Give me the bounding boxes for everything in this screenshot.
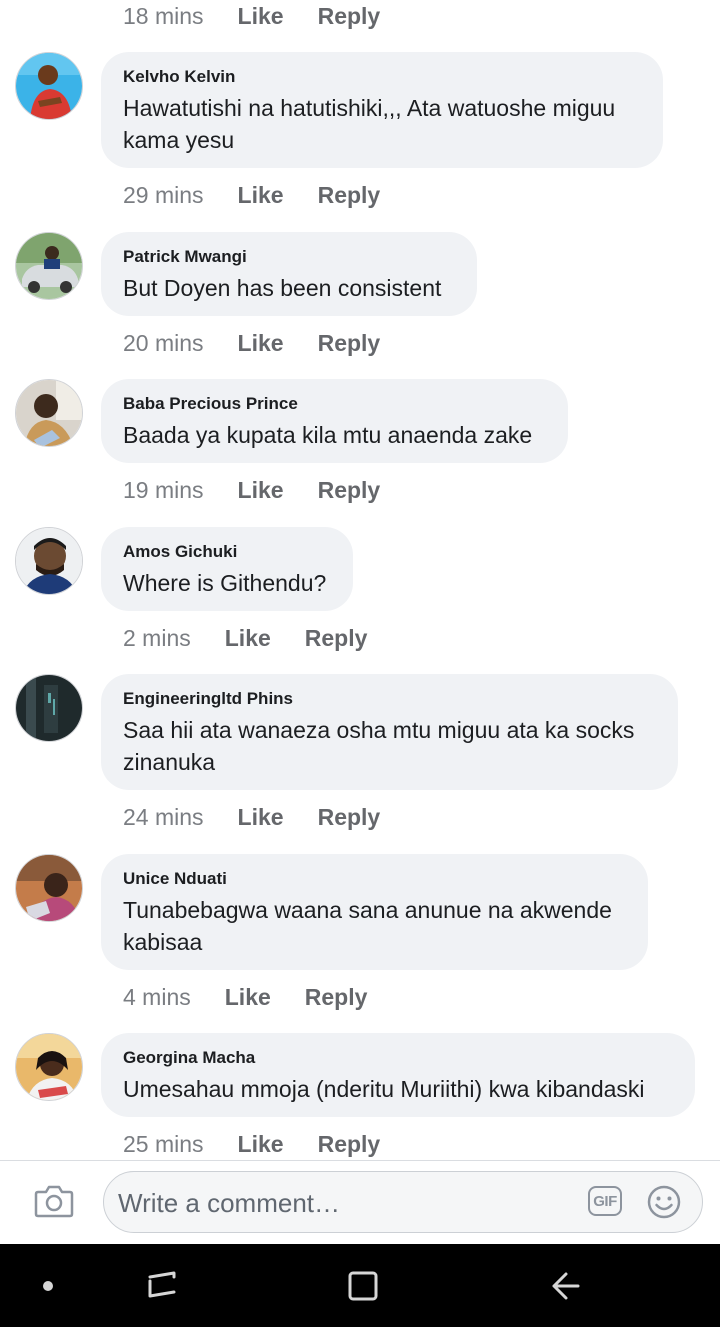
reply-button[interactable]: Reply — [318, 182, 381, 209]
comment-text: Umesahau mmoja (nderitu Muriithi) kwa ki… — [123, 1076, 645, 1102]
comment-text: Baada ya kupata kila mtu anaenda zake — [123, 422, 533, 448]
comment-composer: GIF — [0, 1160, 720, 1245]
comment-input-container[interactable]: GIF — [103, 1171, 703, 1233]
dot-icon[interactable] — [43, 1281, 53, 1291]
reply-button[interactable]: Reply — [318, 804, 381, 831]
camera-icon[interactable] — [34, 1183, 74, 1219]
comment-input[interactable] — [116, 1182, 580, 1224]
avatar[interactable] — [15, 527, 83, 595]
comment-author[interactable]: Georgina Macha — [123, 1047, 673, 1069]
reply-button[interactable]: Reply — [305, 625, 368, 652]
comment-bubble[interactable]: Engineeringltd Phins Saa hii ata wanaeza… — [101, 674, 678, 790]
comment-timestamp: 25 mins — [123, 1130, 204, 1157]
comment-bubble[interactable]: Unice Nduati Tunabebagwa waana sana anun… — [101, 854, 648, 970]
comment-meta-row: 25 mins Like Reply — [123, 1128, 380, 1160]
reply-button[interactable]: Reply — [318, 3, 381, 30]
comment-timestamp: 29 mins — [123, 181, 204, 208]
comment-text: But Doyen has been consistent — [123, 275, 442, 301]
avatar[interactable] — [15, 674, 83, 742]
avatar[interactable] — [15, 232, 83, 300]
comment-meta-row: 19 mins Like Reply — [123, 474, 380, 506]
comment-author[interactable]: Kelvho Kelvin — [123, 66, 641, 88]
comment-author[interactable]: Engineeringltd Phins — [123, 688, 656, 710]
like-button[interactable]: Like — [225, 625, 271, 652]
comment-meta-row: 24 mins Like Reply — [123, 801, 380, 833]
reply-button[interactable]: Reply — [305, 984, 368, 1011]
like-button[interactable]: Like — [238, 3, 284, 30]
comment-meta-row: 18 mins Like Reply — [123, 0, 380, 32]
recent-apps-icon[interactable] — [148, 1271, 176, 1298]
gif-button[interactable]: GIF — [588, 1186, 622, 1216]
comment-timestamp: 4 mins — [123, 983, 191, 1010]
comment-timestamp: 18 mins — [123, 2, 204, 29]
reply-button[interactable]: Reply — [318, 1131, 381, 1158]
reply-button[interactable]: Reply — [318, 477, 381, 504]
smiley-icon[interactable] — [646, 1184, 682, 1220]
comment-bubble[interactable]: Georgina Macha Umesahau mmoja (nderitu M… — [101, 1033, 695, 1117]
comment-bubble[interactable]: Patrick Mwangi But Doyen has been consis… — [101, 232, 477, 316]
like-button[interactable]: Like — [238, 477, 284, 504]
avatar[interactable] — [15, 379, 83, 447]
comment-text: Hawatutishi na hatutishiki,,, Ata watuos… — [123, 95, 616, 153]
home-icon[interactable] — [348, 1271, 378, 1301]
reply-button[interactable]: Reply — [318, 330, 381, 357]
comment-meta-row: 2 mins Like Reply — [123, 622, 367, 654]
comment-meta-row: 29 mins Like Reply — [123, 179, 380, 211]
comment-author[interactable]: Patrick Mwangi — [123, 246, 455, 268]
comment-text: Tunabebagwa waana sana anunue na akwende… — [123, 897, 612, 955]
comment-text: Where is Githendu? — [123, 570, 327, 596]
comment-timestamp: 24 mins — [123, 803, 204, 830]
comment-author[interactable]: Amos Gichuki — [123, 541, 331, 563]
comment-meta-row: 4 mins Like Reply — [123, 981, 367, 1013]
like-button[interactable]: Like — [238, 182, 284, 209]
comment-timestamp: 19 mins — [123, 476, 204, 503]
like-button[interactable]: Like — [238, 1131, 284, 1158]
comment-text: Saa hii ata wanaeza osha mtu miguu ata k… — [123, 717, 635, 775]
system-navigation-bar — [0, 1244, 720, 1327]
comment-bubble[interactable]: Baba Precious Prince Baada ya kupata kil… — [101, 379, 568, 463]
comment-bubble[interactable]: Kelvho Kelvin Hawatutishi na hatutishiki… — [101, 52, 663, 168]
avatar[interactable] — [15, 1033, 83, 1101]
comment-author[interactable]: Unice Nduati — [123, 868, 626, 890]
comment-author[interactable]: Baba Precious Prince — [123, 393, 546, 415]
like-button[interactable]: Like — [225, 984, 271, 1011]
comment-timestamp: 2 mins — [123, 624, 191, 651]
comment-bubble[interactable]: Amos Gichuki Where is Githendu? — [101, 527, 353, 611]
avatar[interactable] — [15, 854, 83, 922]
like-button[interactable]: Like — [238, 804, 284, 831]
like-button[interactable]: Like — [238, 330, 284, 357]
avatar[interactable] — [15, 52, 83, 120]
comment-timestamp: 20 mins — [123, 329, 204, 356]
back-icon[interactable] — [552, 1272, 580, 1300]
comment-meta-row: 20 mins Like Reply — [123, 327, 380, 359]
